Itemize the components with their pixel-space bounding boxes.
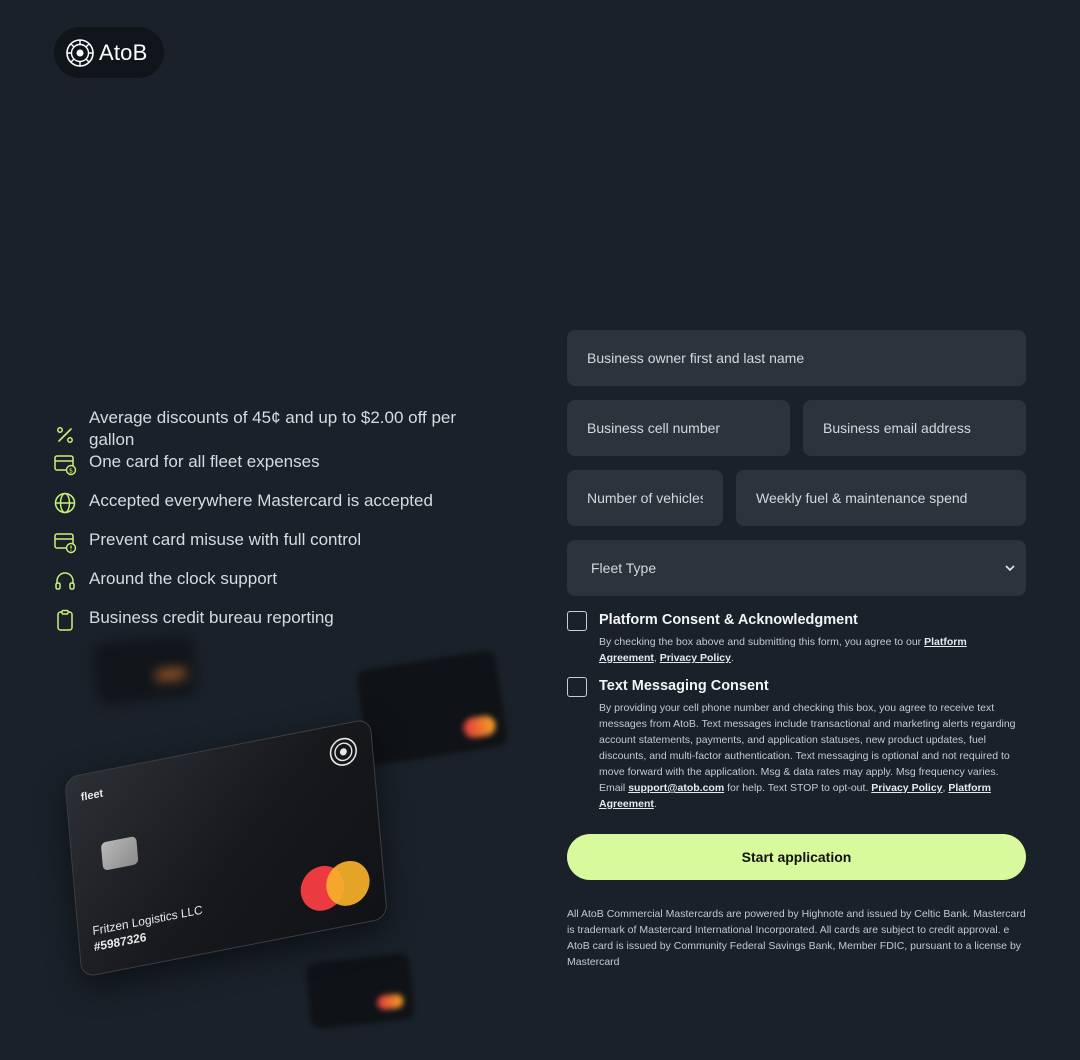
sms-consent-body: By providing your cell phone number and … xyxy=(599,702,1016,794)
platform-consent-end: . xyxy=(730,652,734,664)
platform-consent-checkbox[interactable] xyxy=(567,611,587,631)
feature-item: Prevent card misuse with full control xyxy=(53,529,483,554)
blurred-card xyxy=(355,649,509,767)
sms-consent-checkbox[interactable] xyxy=(567,677,587,697)
sms-consent-end: . xyxy=(653,798,657,810)
globe-icon xyxy=(54,492,76,514)
feature-item: Around the clock support xyxy=(53,568,483,593)
atob-logo-icon xyxy=(66,38,94,67)
mastercard-logo-icon xyxy=(300,860,370,911)
platform-consent: Platform Consent & Acknowledgment By che… xyxy=(567,610,1026,666)
fleet-size-row xyxy=(567,470,1026,526)
feature-text: Prevent card misuse with full control xyxy=(89,530,362,549)
platform-consent-title: Platform Consent & Acknowledgment xyxy=(599,612,858,628)
sms-consent: Text Messaging Consent By providing your… xyxy=(567,676,1026,812)
sms-consent-text: By providing your cell phone number and … xyxy=(599,700,1026,812)
fleet-card: fleet Fritzen Logistics LLC #5987326 xyxy=(64,718,388,978)
sms-consent-sep: , xyxy=(942,782,946,794)
card-alert-icon xyxy=(54,533,77,554)
feature-text: Average discounts of 45¢ and up to $2.00… xyxy=(89,408,457,449)
percent-icon xyxy=(57,427,73,443)
weekly-spend-input[interactable] xyxy=(736,470,1026,526)
feature-list: Average discounts of 45¢ and up to $2.00… xyxy=(53,407,483,646)
blurred-card xyxy=(92,634,198,706)
feature-text: Business credit bureau reporting xyxy=(89,608,334,627)
clipboard-icon xyxy=(57,609,73,631)
cell-number-input[interactable] xyxy=(567,400,790,456)
card-illustration: fleet Fritzen Logistics LLC #5987326 xyxy=(50,630,520,1040)
feature-text: Around the clock support xyxy=(89,569,278,588)
feature-item: $ One card for all fleet expenses xyxy=(53,451,483,476)
feature-text: Accepted everywhere Mastercard is accept… xyxy=(89,491,433,510)
headset-icon xyxy=(55,572,75,590)
sms-consent-body2: for help. Text STOP to opt-out. xyxy=(727,782,869,794)
feature-item: Accepted everywhere Mastercard is accept… xyxy=(53,490,483,515)
sms-privacy-policy-link[interactable]: Privacy Policy xyxy=(871,782,942,794)
owner-name-input[interactable] xyxy=(567,330,1026,386)
card-dollar-icon: $ xyxy=(54,455,77,476)
blurred-card xyxy=(304,952,416,1030)
email-input[interactable] xyxy=(803,400,1026,456)
brand-name: AtoB xyxy=(99,39,148,65)
platform-consent-text: By checking the box above and submitting… xyxy=(599,634,1026,666)
card-label: fleet xyxy=(80,787,104,804)
platform-consent-body: By checking the box above and submitting… xyxy=(599,636,922,648)
application-form: Fleet Type Platform Consent & Acknowledg… xyxy=(567,330,1026,970)
feature-item: Business credit bureau reporting xyxy=(53,607,483,632)
brand-logo[interactable]: AtoB xyxy=(54,27,164,78)
svg-text:$: $ xyxy=(69,467,73,475)
card-chip xyxy=(100,835,139,871)
feature-text: One card for all fleet expenses xyxy=(89,452,320,471)
contact-row xyxy=(567,400,1026,456)
fleet-type-select[interactable]: Fleet Type xyxy=(567,540,1026,596)
support-email-link[interactable]: support@atob.com xyxy=(628,782,724,794)
card-holder: Fritzen Logistics LLC xyxy=(91,902,204,939)
atob-card-logo-icon xyxy=(329,737,357,766)
feature-item: Average discounts of 45¢ and up to $2.00… xyxy=(53,407,483,451)
platform-consent-sep: , xyxy=(653,652,657,664)
disclaimer-text: All AtoB Commercial Mastercards are powe… xyxy=(567,908,1026,968)
privacy-policy-link[interactable]: Privacy Policy xyxy=(660,652,731,664)
fleet-type-value[interactable]: Fleet Type xyxy=(567,540,1026,596)
sms-consent-title: Text Messaging Consent xyxy=(599,678,769,694)
chevron-down-icon xyxy=(1005,565,1015,572)
vehicles-input[interactable] xyxy=(567,470,723,526)
start-application-button[interactable]: Start application xyxy=(567,834,1026,880)
